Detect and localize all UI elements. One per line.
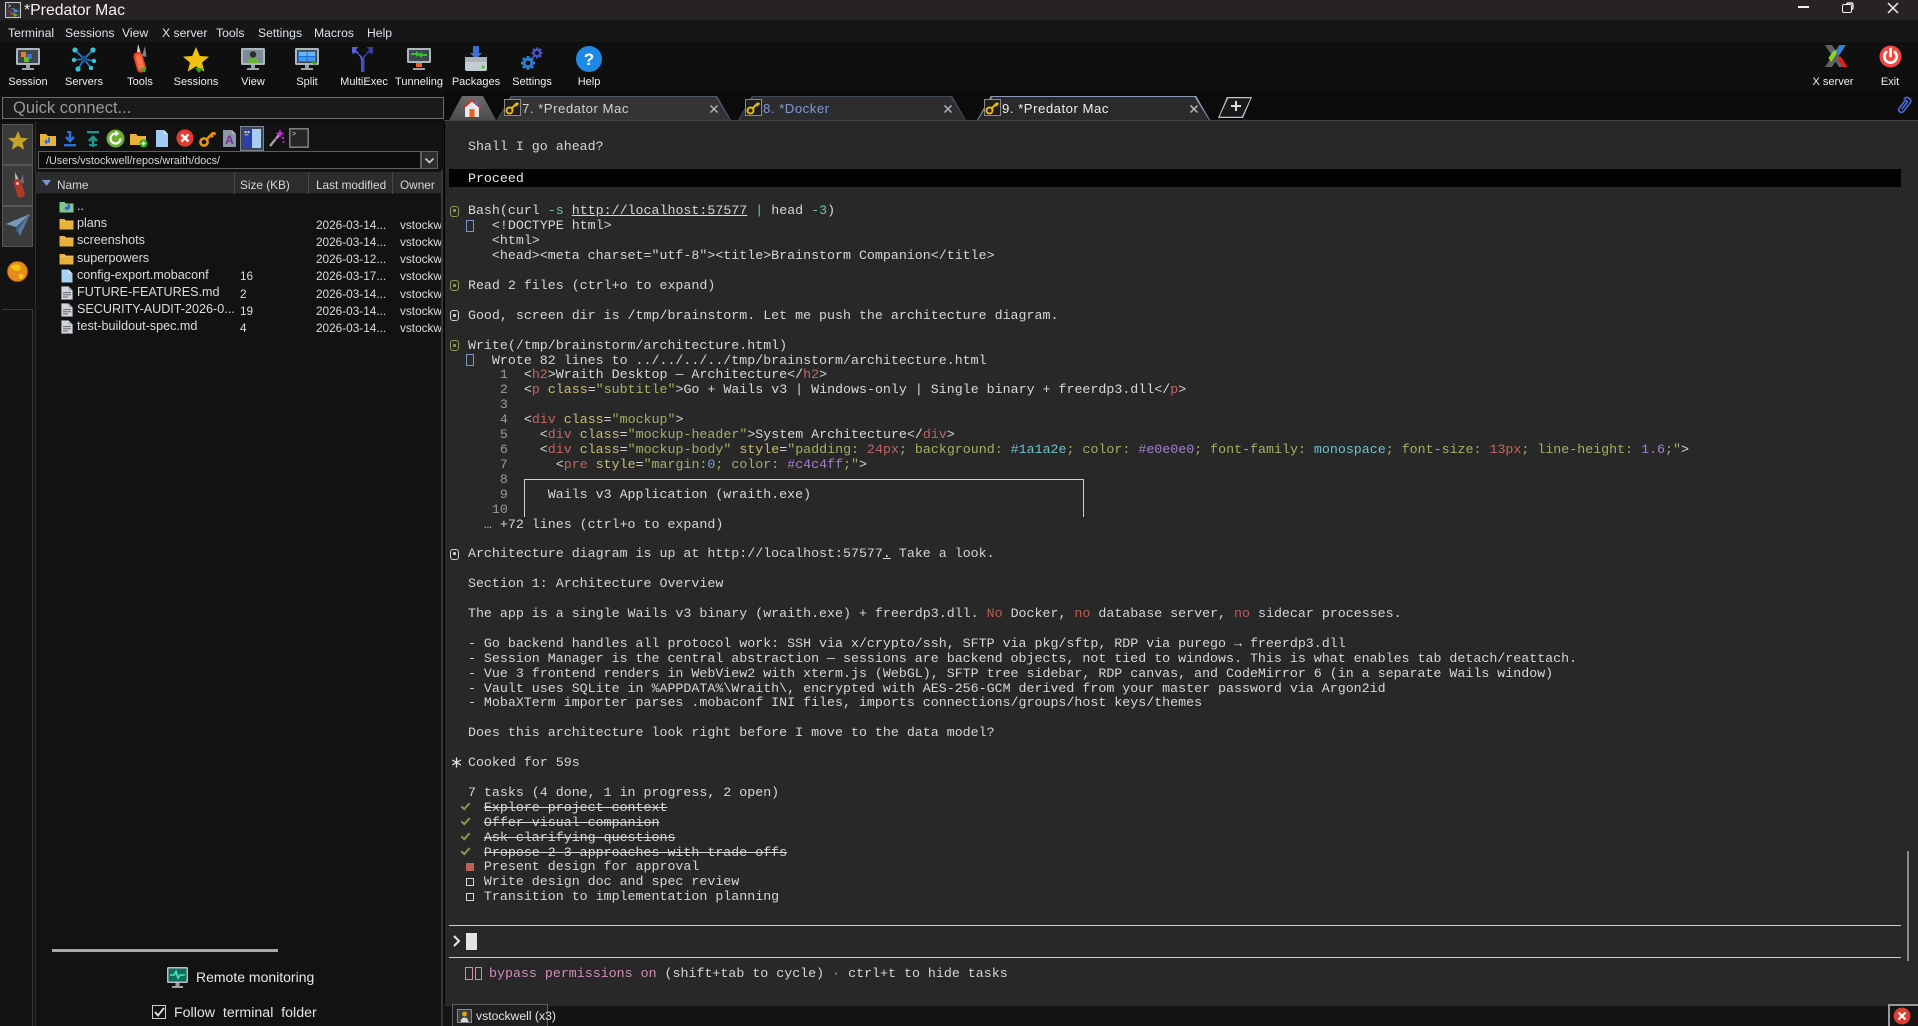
svg-text:>: > xyxy=(292,131,296,139)
svg-text:A: A xyxy=(225,133,234,147)
svg-text:?: ? xyxy=(584,50,594,69)
